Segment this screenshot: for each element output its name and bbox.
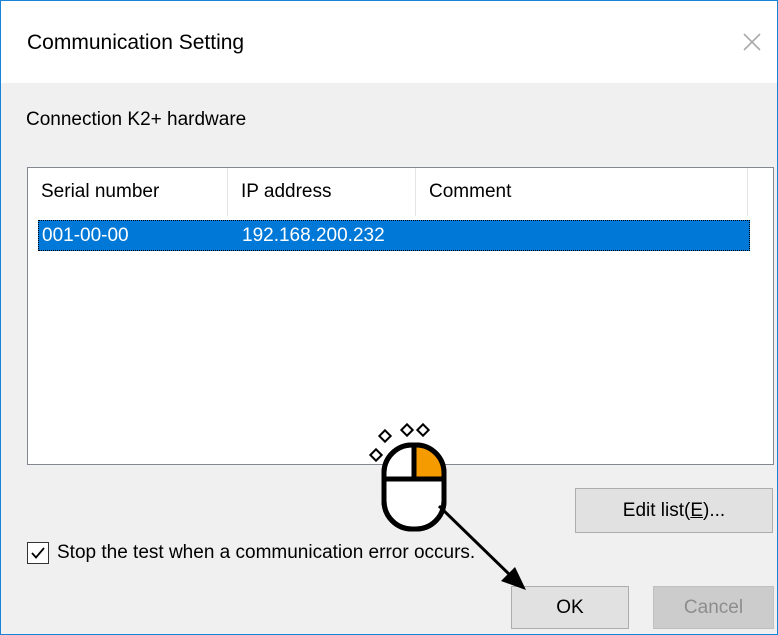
cancel-button[interactable]: Cancel	[653, 586, 774, 629]
column-serial-number[interactable]: Serial number	[28, 168, 228, 216]
communication-setting-dialog: Communication Setting Connection K2+ har…	[0, 0, 778, 635]
checkmark-icon	[31, 547, 45, 559]
title-bar: Communication Setting	[1, 1, 777, 83]
list-header: Serial number IP address Comment	[28, 168, 773, 216]
edit-list-label-prefix: Edit list(	[622, 500, 691, 521]
stop-on-error-checkbox[interactable]	[27, 542, 49, 564]
edit-list-label-suffix: )...	[703, 500, 726, 521]
row-ip-address: 192.168.200.232	[242, 225, 385, 246]
column-comment[interactable]: Comment	[416, 168, 748, 216]
window-title: Communication Setting	[27, 31, 245, 54]
hardware-list[interactable]: Serial number IP address Comment 001-00-…	[27, 167, 774, 465]
edit-list-button[interactable]: Edit list(E)...	[575, 488, 773, 533]
edit-list-mnemonic: E	[690, 500, 704, 521]
close-button[interactable]	[735, 25, 769, 59]
connection-group-label: Connection K2+ hardware	[26, 109, 247, 130]
row-serial-number: 001-00-00	[42, 225, 129, 246]
ok-button[interactable]: OK	[511, 586, 629, 629]
column-ip-address[interactable]: IP address	[228, 168, 416, 216]
list-row[interactable]: 001-00-00 192.168.200.232	[38, 220, 750, 251]
stop-on-error-label: Stop the test when a communication error…	[57, 542, 476, 563]
close-icon	[743, 33, 761, 51]
